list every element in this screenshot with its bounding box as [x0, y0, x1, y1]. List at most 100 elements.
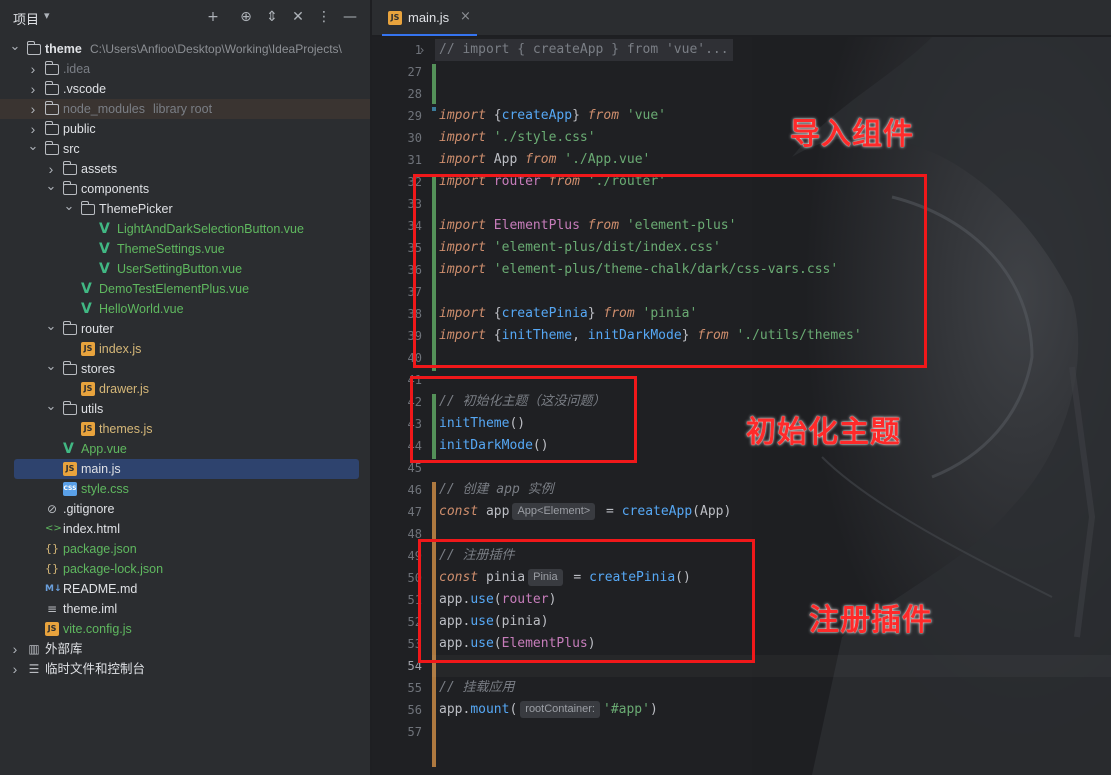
tree-folder[interactable]: › ▥ 外部库 — [0, 639, 370, 659]
tree-file[interactable]: JS main.js — [0, 459, 370, 479]
line-number: 56 — [407, 703, 422, 717]
tree-item-label: drawer.js — [99, 382, 150, 396]
chevron-down-icon[interactable]: ⌄ — [45, 176, 57, 196]
chevron-down-icon[interactable]: ⌄ — [45, 396, 57, 416]
tree-item-label: src — [63, 142, 80, 156]
library-icon: ▥ — [28, 642, 40, 656]
tree-file[interactable]: V LightAndDarkSelectionButton.vue — [0, 219, 370, 239]
line-number: 1 — [414, 43, 422, 57]
tree-file[interactable]: ≡ theme.iml — [0, 599, 370, 619]
tree-folder[interactable]: › .vscode — [0, 79, 370, 99]
tree-item-label: DemoTestElementPlus.vue — [99, 282, 250, 296]
editor-tab-bar: JS main.js × — [372, 0, 1111, 36]
chevron-down-icon[interactable]: ⌄ — [63, 196, 75, 216]
tree-folder[interactable]: › .idea — [0, 59, 370, 79]
css-file-icon: CSS — [63, 482, 77, 496]
chevron-down-icon[interactable]: ⌄ — [45, 356, 57, 376]
tree-item-label: ThemeSettings.vue — [117, 242, 225, 256]
chevron-down-icon[interactable]: ⌄ — [27, 136, 39, 156]
annotation-init-theme: 初始化主题 — [746, 415, 901, 450]
vcs-changed-marker — [432, 107, 436, 111]
tree-file[interactable]: JS themes.js — [0, 419, 370, 439]
chevron-right-icon[interactable]: › — [9, 639, 21, 659]
tree-item-label: .gitignore — [63, 502, 115, 516]
line-number: 48 — [407, 527, 422, 541]
tree-file[interactable]: ⊘ .gitignore — [0, 499, 370, 519]
chevron-right-icon[interactable]: › — [27, 99, 39, 119]
tree-folder[interactable]: ⌄ ThemePicker — [0, 196, 370, 219]
tree-item-label: App.vue — [81, 442, 127, 456]
vcs-added-marker — [432, 64, 436, 104]
locate-icon[interactable]: ⊕ — [236, 7, 256, 27]
tree-file[interactable]: V ThemeSettings.vue — [0, 239, 370, 259]
js-file-icon: JS — [45, 622, 59, 636]
tree-folder[interactable]: › ☰ 临时文件和控制台 — [0, 659, 370, 679]
tree-file[interactable]: JS vite.config.js — [0, 619, 370, 639]
line-number: 47 — [407, 505, 422, 519]
tree-file[interactable]: V App.vue — [0, 439, 370, 459]
tree-file[interactable]: {} package.json — [0, 539, 370, 559]
code-line: app.mount(rootContainer: '#app') — [439, 701, 658, 718]
tree-file[interactable]: V DemoTestElementPlus.vue — [0, 279, 370, 299]
tree-folder[interactable]: ⌄ src — [0, 136, 370, 159]
fold-chevron-icon[interactable]: › — [416, 39, 428, 61]
add-icon[interactable]: + — [203, 7, 223, 27]
line-number: 31 — [407, 153, 422, 167]
chevron-right-icon[interactable]: › — [9, 659, 21, 679]
type-hint: App<Element> — [512, 503, 596, 520]
collapse-all-icon[interactable]: ✕ — [288, 7, 308, 27]
tree-folder[interactable]: › node_modules library root — [0, 99, 370, 119]
tree-file[interactable]: {} package-lock.json — [0, 559, 370, 579]
code-line: // 挂载应用 — [439, 680, 515, 695]
tree-item-label: node_modules — [63, 102, 146, 116]
gitignore-icon: ⊘ — [46, 502, 58, 516]
tree-item-label: stores — [81, 362, 116, 376]
folded-region[interactable]: // import { createApp } from 'vue'... — [435, 39, 733, 61]
tree-file[interactable]: V UserSettingButton.vue — [0, 259, 370, 279]
project-panel-title[interactable]: 项目 — [13, 9, 39, 28]
chevron-down-icon[interactable]: ▾ — [44, 9, 50, 22]
hide-panel-icon[interactable]: — — [340, 7, 360, 27]
chevron-right-icon[interactable]: › — [27, 59, 39, 79]
folder-icon — [63, 361, 77, 375]
js-file-icon: JS — [81, 342, 95, 356]
tree-item-label: UserSettingButton.vue — [117, 262, 243, 276]
tree-item-label: utils — [81, 402, 104, 416]
tree-folder[interactable]: ⌄ utils — [0, 396, 370, 419]
chevron-down-icon[interactable]: ⌄ — [9, 36, 21, 56]
tree-item-label: index.html — [63, 522, 120, 536]
chevron-right-icon[interactable]: › — [27, 79, 39, 99]
expand-all-icon[interactable]: ⇕ — [262, 7, 282, 27]
line-number: 27 — [407, 65, 422, 79]
code-editor[interactable]: 1 27 28 29 30 31 32 33 34 35 36 37 38 39 40 41 42 43 44 45 4… — [372, 37, 1111, 775]
tree-file[interactable]: <> index.html — [0, 519, 370, 539]
code-line: // 创建 app 实例 — [439, 482, 554, 497]
chevron-down-icon[interactable]: ⌄ — [45, 316, 57, 336]
annotation-box-init — [410, 376, 637, 463]
folder-icon — [45, 81, 59, 95]
tree-item-label: theme — [45, 42, 82, 56]
line-number: 46 — [407, 483, 422, 497]
tree-item-label: vite.config.js — [63, 622, 132, 636]
more-options-icon[interactable]: ⋮ — [314, 7, 334, 27]
line-number: 55 — [407, 681, 422, 695]
js-file-icon: JS — [81, 382, 95, 396]
vue-file-icon: V — [99, 241, 110, 257]
line-number: 53 — [407, 637, 422, 651]
tree-folder[interactable]: ⌄ stores — [0, 356, 370, 379]
library-root-suffix: library root — [153, 102, 213, 116]
close-icon[interactable]: × — [460, 9, 471, 24]
tree-item-label: README.md — [63, 582, 138, 596]
folder-icon — [45, 61, 59, 75]
project-panel-header: 项目 ▾ + ⊕ ⇕ ✕ ⋮ — — [0, 0, 370, 36]
tree-item-label: assets — [81, 162, 118, 176]
tree-folder[interactable]: ⌄ router — [0, 316, 370, 339]
tree-folder[interactable]: ⌄ theme C:\Users\Anfioo\Desktop\Working\Id… — [0, 36, 370, 59]
tree-folder[interactable]: ⌄ components — [0, 176, 370, 199]
tree-folder[interactable]: › public — [0, 119, 370, 139]
tree-item-label: style.css — [81, 482, 129, 496]
line-number: 28 — [407, 87, 422, 101]
tree-file[interactable]: CSS style.css — [0, 479, 370, 499]
tree-file[interactable]: M↓ README.md — [0, 579, 370, 599]
tab-main-js[interactable]: JS main.js × — [382, 0, 477, 36]
